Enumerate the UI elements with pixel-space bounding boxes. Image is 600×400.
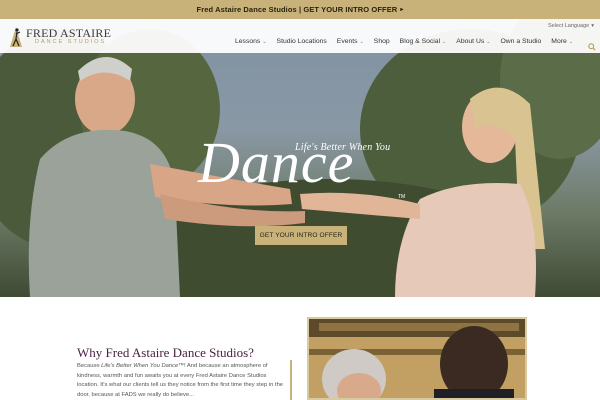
main-nav: Lessons ⌄ Studio Locations Events ⌄ Shop… [235, 38, 576, 45]
section-divider [290, 360, 292, 400]
couple-dancing-photo [307, 317, 527, 400]
section-body: Because Life's Better When You Dance™! A… [77, 362, 285, 400]
nav-label: About Us [456, 38, 485, 45]
nav-label: Own a Studio [500, 38, 542, 45]
body-prefix: Because [77, 363, 102, 369]
language-dropdown-icon: ▾ [591, 23, 594, 29]
body-emphasis: Life's Better When You Dance [101, 363, 179, 369]
nav-label: Shop [373, 38, 390, 45]
trademark-mark: TM [398, 194, 406, 200]
nav-item-more[interactable]: More ⌄ [551, 38, 573, 45]
intro-offer-button[interactable]: GET YOUR INTRO OFFER [255, 226, 347, 245]
nav-label: More [551, 38, 567, 45]
nav-label: Blog & Social [399, 38, 441, 45]
chevron-down-icon: ⌄ [442, 38, 447, 45]
search-icon[interactable] [588, 38, 596, 56]
chevron-down-icon: ⌄ [486, 38, 491, 45]
language-label: Select Language [547, 23, 590, 29]
nav-item-own-a-studio[interactable]: Own a Studio [500, 38, 541, 45]
site-logo[interactable]: FRED ASTAIRE DANCE STUDIOS [6, 25, 126, 49]
site-header: FRED ASTAIRE DANCE STUDIOS Select Langua… [0, 19, 600, 53]
nav-item-lessons[interactable]: Lessons ⌄ [235, 38, 267, 45]
nav-item-events[interactable]: Events ⌄ [337, 38, 364, 45]
hero-banner: Life's Better When You Dance TM GET YOUR… [0, 19, 600, 297]
promo-arrow-icon: ▸ [400, 7, 404, 13]
nav-item-studio-locations[interactable]: Studio Locations [277, 38, 327, 45]
chevron-down-icon: ⌄ [568, 38, 573, 45]
nav-item-shop[interactable]: Shop [374, 38, 390, 45]
chevron-down-icon: ⌄ [359, 38, 364, 45]
hero-headline: Dance [198, 130, 355, 195]
nav-label: Events [336, 38, 358, 45]
chevron-down-icon: ⌄ [262, 38, 267, 45]
language-select[interactable]: Select Language ▾ [548, 23, 594, 29]
nav-item-blog-social[interactable]: Blog & Social ⌄ [400, 38, 447, 45]
dancer-logo-icon [10, 27, 22, 47]
section-title: Why Fred Astaire Dance Studios? [77, 345, 254, 360]
nav-item-about-us[interactable]: About Us ⌄ [456, 38, 490, 45]
promo-bar[interactable]: Fred Astaire Dance Studios | GET YOUR IN… [0, 0, 600, 19]
nav-label: Lessons [235, 38, 261, 45]
nav-label: Studio Locations [276, 38, 327, 45]
logo-subtitle: DANCE STUDIOS [35, 39, 107, 45]
promo-text[interactable]: Fred Astaire Dance Studios | GET YOUR IN… [197, 5, 398, 14]
